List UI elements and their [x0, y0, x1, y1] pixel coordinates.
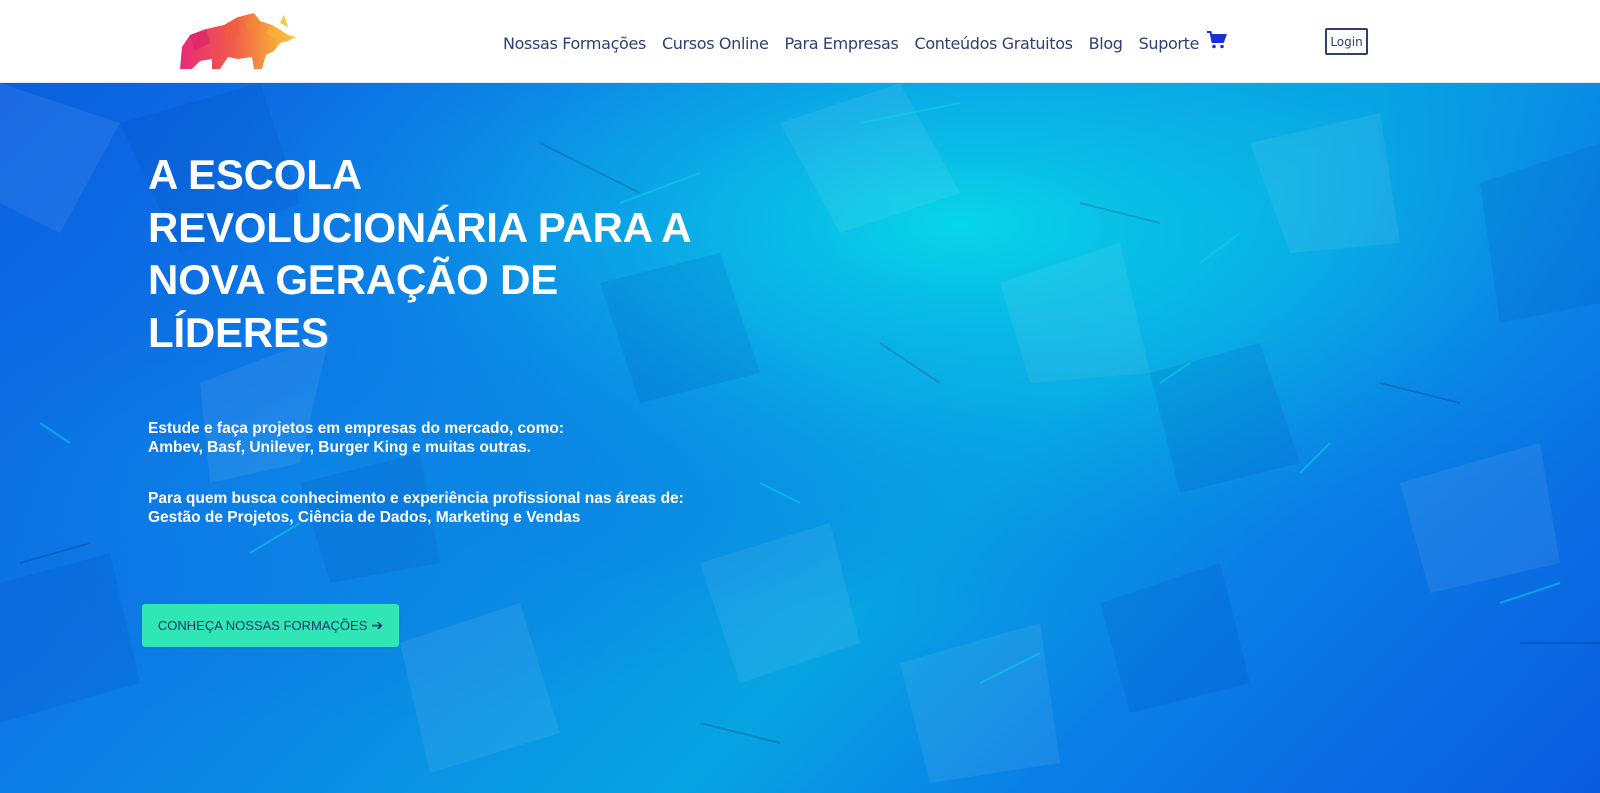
hero-areas-line: Para quem busca conhecimento e experiênc…	[148, 490, 684, 507]
nav-item-blog[interactable]: Blog	[1089, 34, 1123, 53]
nav-item-conteudos-gratuitos[interactable]: Conteúdos Gratuitos	[915, 34, 1073, 53]
hero-title: A ESCOLA REVOLUCIONÁRIA PARA A NOVA GERA…	[148, 149, 768, 359]
hero-title-line: NOVA GERAÇÃO DE	[148, 256, 559, 303]
shopping-cart-icon[interactable]	[1207, 31, 1227, 49]
hero-areas-line: Gestão de Projetos, Ciência de Dados, Ma…	[148, 509, 581, 526]
conheca-formacoes-button[interactable]: CONHEÇA NOSSAS FORMAÇÕES ➔	[142, 604, 399, 647]
arrow-right-icon: ➔	[371, 617, 384, 633]
hero-section: A ESCOLA REVOLUCIONÁRIA PARA A NOVA GERA…	[0, 83, 1600, 793]
nav-item-nossas-formacoes[interactable]: Nossas Formações	[503, 34, 646, 53]
nav-item-para-empresas[interactable]: Para Empresas	[784, 34, 898, 53]
hero-partners-line: Estude e faça projetos em empresas do me…	[148, 420, 565, 437]
cta-label: CONHEÇA NOSSAS FORMAÇÕES	[157, 618, 368, 633]
hero-partners-text: Estude e faça projetos em empresas do me…	[148, 419, 788, 457]
hero-partners-line: Ambev, Basf, Unilever, Burger King e mui…	[148, 439, 532, 456]
login-button[interactable]: Login	[1325, 28, 1368, 55]
hero-title-line: A ESCOLA	[148, 151, 362, 198]
hero-areas-text: Para quem busca conhecimento e experiênc…	[148, 489, 788, 527]
site-header: Nossas Formações Cursos Online Para Empr…	[0, 0, 1600, 83]
nav-item-suporte[interactable]: Suporte	[1139, 34, 1200, 53]
main-nav: Nossas Formações Cursos Online Para Empr…	[503, 31, 1215, 55]
hero-title-line: LÍDERES	[148, 308, 329, 356]
rhino-logo[interactable]	[176, 13, 298, 71]
nav-item-cursos-online[interactable]: Cursos Online	[662, 34, 769, 53]
hero-title-line: REVOLUCIONÁRIA PARA A	[148, 203, 692, 251]
